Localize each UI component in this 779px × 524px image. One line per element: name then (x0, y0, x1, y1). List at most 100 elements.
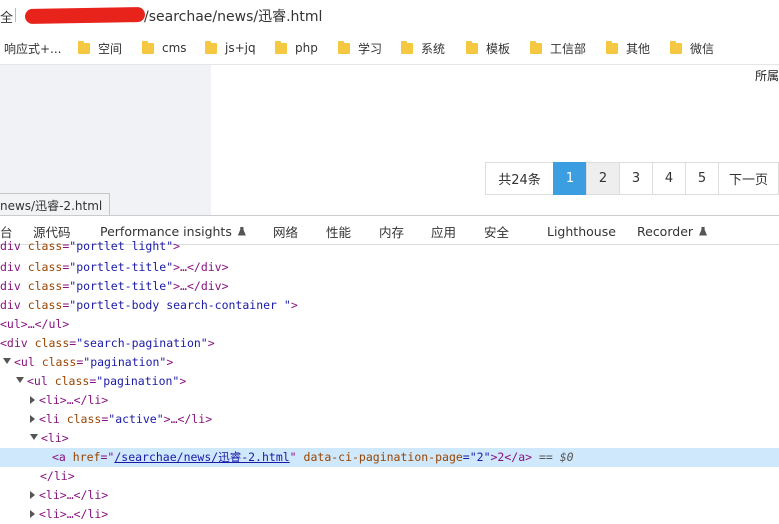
bookmark-folder-template[interactable]: 模板 (466, 32, 510, 64)
bookmark-folder-other[interactable]: 其他 (606, 32, 650, 64)
bookmark-folder-jsjq[interactable]: js+jq (205, 32, 256, 64)
tag-text: <ul>…</ul> (0, 317, 70, 331)
tree-node[interactable]: div class="portlet-body search-container… (0, 296, 779, 315)
link-status-tooltip: news/迅睿-2.html (0, 193, 111, 217)
tag-text: <li> (41, 431, 69, 445)
bookmark-folder-php[interactable]: php (275, 32, 318, 64)
tree-node[interactable]: <li>…</li> (0, 486, 779, 505)
attr-name: class (27, 298, 63, 312)
tag-open: <li (39, 412, 67, 426)
folder-icon (205, 40, 217, 54)
attr-quote: =" (100, 450, 115, 464)
bookmark-label: 微信 (690, 41, 715, 56)
tree-node[interactable]: <ul>…</ul> (0, 315, 779, 334)
attr-value: ="2" (462, 450, 491, 464)
attr-name: class (27, 239, 63, 253)
tree-node[interactable]: div class="portlet-title">…</div> (0, 277, 779, 296)
tag-open: div (0, 279, 28, 293)
bookmark-folder-space[interactable]: 空间 (78, 32, 122, 64)
pagination-page-3[interactable]: 3 (619, 162, 653, 195)
tag-open: <a (52, 450, 73, 464)
folder-icon (530, 40, 542, 54)
tree-node-selected[interactable]: <a href="/searchae/news/迅睿-2.html" data-… (0, 448, 779, 467)
tag-open: <ul (27, 374, 55, 388)
bookmark-folder-study[interactable]: 学习 (338, 32, 382, 64)
address-divider (15, 8, 16, 22)
tooltip-text: news/迅睿-2.html (0, 198, 103, 213)
page-viewport: 所属 共24条 1 2 3 4 5 下一页 (0, 65, 779, 215)
attr-value: "portlet light" (69, 239, 174, 253)
bookmark-folder-system[interactable]: 系统 (401, 32, 445, 64)
bookmark-label: js+jq (225, 41, 256, 55)
folder-icon (401, 40, 413, 54)
url-redaction (24, 6, 146, 25)
bookmark-label: 系统 (421, 41, 446, 56)
url-text[interactable]: /searchae/news/迅睿.html (144, 6, 322, 26)
collapse-triangle-icon[interactable] (30, 491, 35, 499)
attr-name: href (72, 450, 101, 464)
tag-close: >…</div> (173, 260, 229, 274)
pagination-next-button[interactable]: 下一页 (718, 162, 779, 195)
bookmark-folder-miit[interactable]: 工信部 (530, 32, 586, 64)
expand-triangle-icon[interactable] (30, 434, 38, 440)
attr-value: "portlet-title" (69, 260, 174, 274)
tree-node[interactable]: <ul class="pagination"> (0, 372, 779, 391)
address-bar[interactable]: 全 /searchae/news/迅睿.html (0, 0, 779, 32)
bookmark-folder-wechat[interactable]: 微信 (670, 32, 714, 64)
tree-node[interactable]: <li>…</li> (0, 391, 779, 410)
pagination-total: 共24条 (485, 162, 554, 195)
tree-node[interactable]: </li> (0, 467, 779, 486)
attr-name: class (34, 336, 70, 350)
tag-open: div (0, 260, 28, 274)
tag-close: > (179, 374, 187, 388)
collapse-triangle-icon[interactable] (30, 415, 35, 423)
tree-node[interactable]: div class="portlet-title">…</div> (0, 258, 779, 277)
collapse-triangle-icon[interactable] (30, 510, 35, 518)
console-ref-marker: == $0 (538, 450, 574, 464)
tree-node[interactable]: <li class="active">…</li> (0, 410, 779, 429)
folder-icon (142, 40, 154, 54)
folder-icon (78, 40, 90, 54)
pagination-page-1[interactable]: 1 (553, 162, 587, 195)
attr-name: class (27, 279, 63, 293)
tree-node[interactable]: div class="portlet light"> (0, 237, 779, 256)
tree-node[interactable]: <div class="search-pagination"> (0, 334, 779, 353)
tag-text: <li>…</li> (39, 507, 109, 521)
attr-name: data-ci-pagination-page (303, 450, 463, 464)
bookmark-label: cms (162, 41, 187, 55)
bookmark-responsive[interactable]: 响应式+... (4, 32, 62, 64)
flask-icon (699, 226, 708, 236)
tag-text: <li>…</li> (39, 488, 109, 502)
attr-name: class (54, 374, 90, 388)
tag-close: > (166, 355, 174, 369)
pagination-page-5[interactable]: 5 (685, 162, 719, 195)
pagination-page-4[interactable]: 4 (652, 162, 686, 195)
bookmark-label: 学习 (358, 41, 383, 56)
address-lead-text: 全 (0, 11, 14, 26)
tree-node[interactable]: <li>…</li> (0, 505, 779, 524)
bookmark-label: 空间 (98, 41, 123, 56)
tree-node[interactable]: <li> (0, 429, 779, 448)
href-link[interactable]: /searchae/news/迅睿-2.html (114, 450, 289, 464)
bookmarks-bar: 响应式+... 空间 cms js+jq php 学习 系统 模板 工信部 其他… (0, 32, 779, 65)
attr-value: "pagination" (96, 374, 180, 388)
attr-value: "search-pagination" (76, 336, 208, 350)
corner-label: 所属 (754, 69, 779, 83)
tag-open: <ul (14, 355, 42, 369)
pagination-page-2[interactable]: 2 (586, 162, 620, 195)
expand-triangle-icon[interactable] (16, 377, 24, 383)
bookmark-label: 其他 (626, 41, 651, 56)
attr-name: class (41, 355, 77, 369)
tag-close: > (207, 336, 215, 350)
elements-tree: div class="portlet light"> div class="po… (0, 239, 779, 521)
collapse-triangle-icon[interactable] (30, 396, 35, 404)
tree-node[interactable]: <ul class="pagination"> (0, 353, 779, 372)
tag-text: <li>…</li> (39, 393, 109, 407)
expand-triangle-icon[interactable] (3, 358, 11, 364)
tag-open: <div (0, 336, 35, 350)
attr-value: "active" (108, 412, 164, 426)
folder-icon (466, 40, 478, 54)
attr-value: "portlet-body search-container " (69, 298, 291, 312)
tag-close: > (173, 239, 181, 253)
bookmark-folder-cms[interactable]: cms (142, 32, 187, 64)
